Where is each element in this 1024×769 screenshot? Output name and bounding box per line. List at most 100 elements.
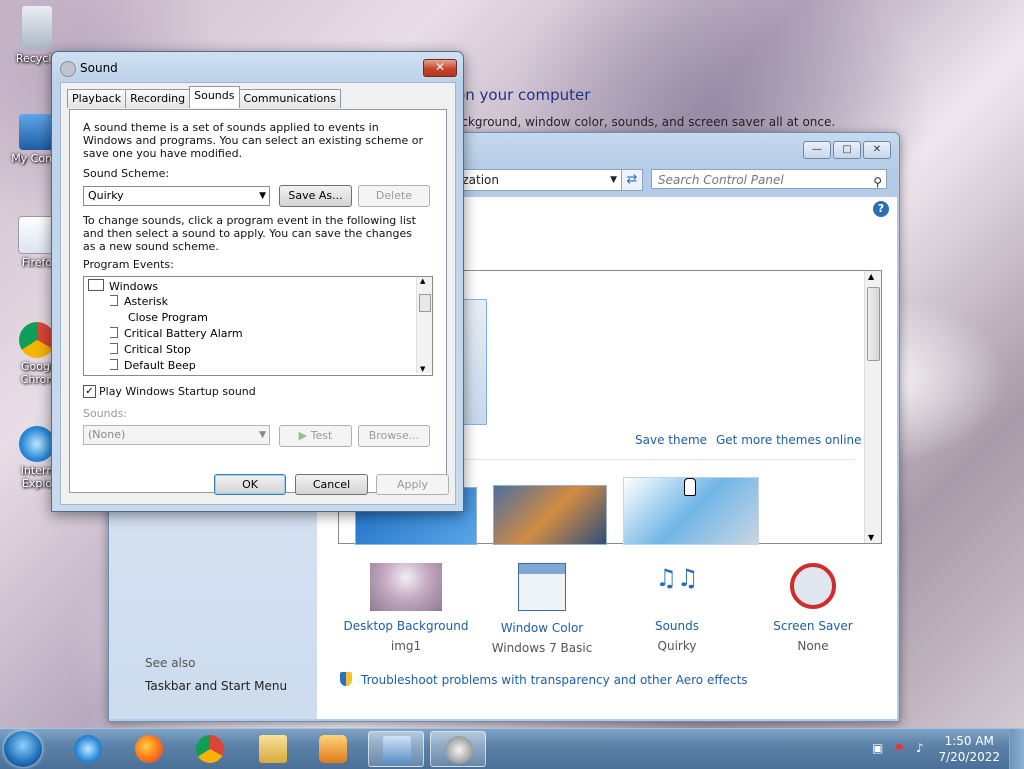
sound-scheme-value: Quirky	[88, 189, 124, 202]
screen-saver-value: None	[797, 639, 829, 653]
speaker-icon	[110, 359, 118, 370]
list-item[interactable]: Critical Battery Alarm	[110, 327, 243, 341]
change-sounds-description: To change sounds, click a program event …	[83, 214, 416, 253]
speaker-icon	[445, 736, 473, 764]
save-as-button[interactable]: Save As...	[279, 185, 352, 207]
maximize-button[interactable]: □	[833, 141, 861, 159]
media-player-icon	[319, 735, 347, 763]
get-more-themes-link[interactable]: Get more themes online	[716, 433, 862, 447]
start-button[interactable]	[4, 731, 42, 767]
shield-icon	[340, 672, 352, 686]
theme-thumbnail-landscapes[interactable]	[493, 485, 607, 545]
apply-button[interactable]: Apply	[376, 474, 449, 495]
sound-scheme-select[interactable]: Quirky ▼	[83, 186, 270, 206]
speaker-icon	[110, 295, 118, 306]
control-panel-icon	[383, 736, 411, 764]
taskbar-chrome[interactable]	[182, 731, 238, 767]
delete-button[interactable]: Delete	[358, 185, 430, 207]
screen-saver-icon	[790, 563, 836, 609]
internet-explorer-icon	[74, 735, 102, 763]
taskbar: ▣ ⚑ ♪ 1:50 AM 7/20/2022	[0, 728, 1024, 769]
program-events-label: Program Events:	[83, 258, 174, 271]
troubleshoot-link[interactable]: Troubleshoot problems with transparency …	[361, 673, 748, 687]
tab-recording[interactable]: Recording	[125, 89, 191, 108]
window-color-item[interactable]: Window Color Windows 7 Basic	[472, 563, 612, 655]
close-button[interactable]: ✕	[863, 141, 891, 159]
recycle-bin-icon	[22, 6, 52, 50]
volume-icon[interactable]: ♪	[916, 741, 930, 755]
desktop-background-value: img1	[390, 639, 422, 653]
help-icon[interactable]: ?	[873, 201, 889, 217]
sounds-icon: ♫♫	[655, 564, 699, 592]
chevron-down-icon[interactable]: ▼	[610, 170, 617, 190]
see-also-heading: See also	[145, 656, 196, 670]
event-label: Default Beep	[124, 359, 196, 372]
save-theme-link[interactable]: Save theme	[635, 433, 707, 447]
browse-button[interactable]: Browse...	[358, 425, 430, 447]
taskbar-internet-explorer[interactable]	[60, 731, 116, 767]
scrollbar-thumb[interactable]	[419, 294, 431, 312]
sounds-select[interactable]: (None) ▼	[83, 425, 270, 445]
refresh-icon[interactable]: ⇄	[621, 169, 643, 191]
taskbar-start-menu-link[interactable]: Taskbar and Start Menu	[145, 679, 287, 693]
tab-communications[interactable]: Communications	[238, 89, 341, 108]
scroll-down-arrow-icon[interactable]: ▼	[868, 533, 874, 542]
taskbar-media-player[interactable]	[305, 731, 361, 767]
event-label: Critical Battery Alarm	[124, 327, 243, 340]
tab-playback[interactable]: Playback	[67, 89, 127, 108]
cancel-button[interactable]: Cancel	[295, 474, 368, 495]
speaker-icon	[110, 327, 118, 338]
test-label: Test	[310, 429, 333, 442]
desktop-background-item[interactable]: Desktop Background img1	[336, 563, 476, 653]
action-center-flag-icon[interactable]: ⚑	[894, 741, 908, 755]
sounds-item[interactable]: ♫♫ Sounds Quirky	[607, 563, 747, 653]
taskbar-control-panel[interactable]	[368, 731, 424, 767]
startup-sound-label: Play Windows Startup sound	[99, 385, 256, 398]
search-input[interactable]: Search Control Panel ⚲	[651, 169, 887, 189]
speaker-icon	[60, 61, 76, 77]
scroll-up-arrow-icon[interactable]: ▲	[420, 277, 425, 285]
search-placeholder: Search Control Panel	[658, 173, 784, 187]
scroll-up-arrow-icon[interactable]: ▲	[868, 272, 874, 281]
scroll-down-arrow-icon[interactable]: ▼	[420, 365, 425, 373]
startup-sound-checkbox[interactable]: ✓	[83, 385, 96, 398]
close-button[interactable]: ✕	[423, 59, 457, 77]
themes-scrollbar[interactable]: ▲ ▼	[864, 271, 881, 543]
events-scrollbar[interactable]: ▲ ▼	[416, 277, 432, 373]
event-label: Windows	[109, 280, 159, 293]
tab-sounds[interactable]: Sounds	[189, 86, 240, 108]
list-item[interactable]: Close Program	[128, 311, 208, 325]
windows-group-icon	[88, 279, 104, 291]
taskbar-firefox[interactable]	[121, 731, 177, 767]
hand-cursor-icon	[684, 478, 696, 496]
list-item[interactable]: Critical Stop	[110, 343, 191, 357]
list-item[interactable]: Default Beep	[110, 359, 196, 373]
sound-theme-description: A sound theme is a set of sounds applied…	[83, 121, 424, 160]
scrollbar-thumb[interactable]	[867, 287, 880, 361]
chevron-down-icon: ▼	[259, 430, 266, 440]
ok-button[interactable]: OK	[214, 474, 286, 495]
window-color-value: Windows 7 Basic	[491, 641, 593, 655]
clock[interactable]: 1:50 AM 7/20/2022	[938, 733, 1000, 765]
list-item[interactable]: Windows	[88, 279, 158, 294]
network-icon[interactable]: ▣	[872, 741, 886, 755]
firefox-icon	[135, 735, 163, 763]
clock-time: 1:50 AM	[944, 734, 994, 748]
sounds-value: (None)	[88, 428, 126, 441]
program-events-list[interactable]: Windows Asterisk Close Program Critical …	[83, 276, 433, 376]
test-button[interactable]: ▶ Test	[279, 425, 352, 447]
address-bar[interactable]: ization ▼	[454, 169, 622, 191]
window-color-icon	[518, 563, 566, 611]
chevron-down-icon: ▼	[259, 191, 266, 201]
chrome-icon	[196, 735, 224, 763]
screen-saver-item[interactable]: Screen Saver None	[743, 563, 883, 653]
event-label: Close Program	[128, 311, 208, 324]
taskbar-sound[interactable]	[430, 731, 486, 767]
sounds-label: Sounds:	[83, 407, 128, 420]
show-desktop-button[interactable]	[1009, 729, 1024, 769]
chrome-icon	[19, 322, 55, 358]
minimize-button[interactable]: —	[803, 141, 831, 159]
computer-icon	[19, 114, 55, 150]
list-item[interactable]: Asterisk	[110, 295, 168, 309]
taskbar-explorer[interactable]	[245, 731, 301, 767]
